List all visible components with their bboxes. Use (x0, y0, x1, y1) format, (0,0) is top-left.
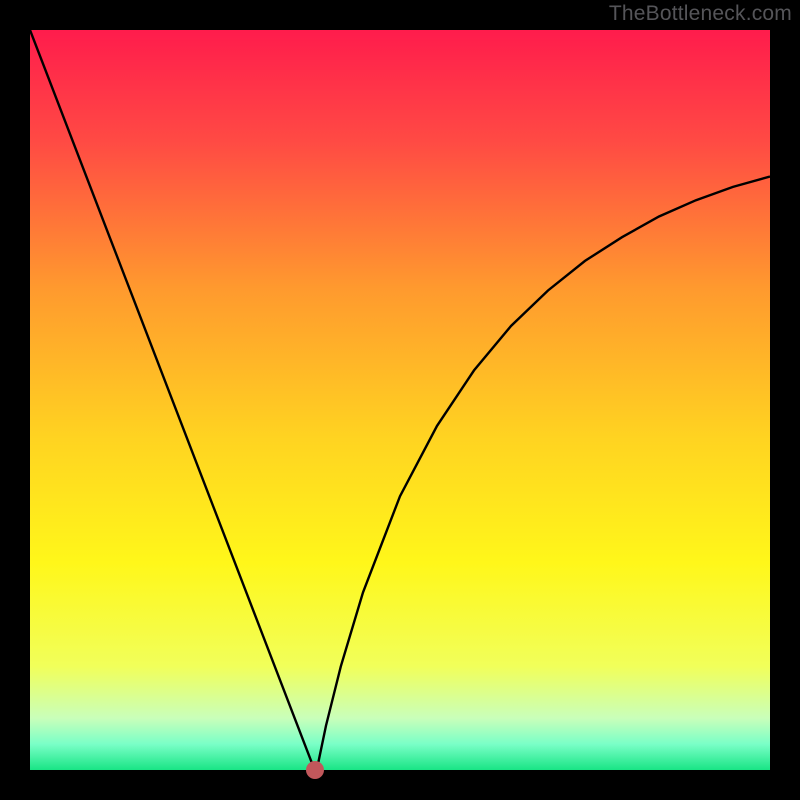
watermark: TheBottleneck.com (609, 2, 792, 26)
chart-frame: TheBottleneck.com (0, 0, 800, 800)
plot-area (30, 30, 770, 770)
